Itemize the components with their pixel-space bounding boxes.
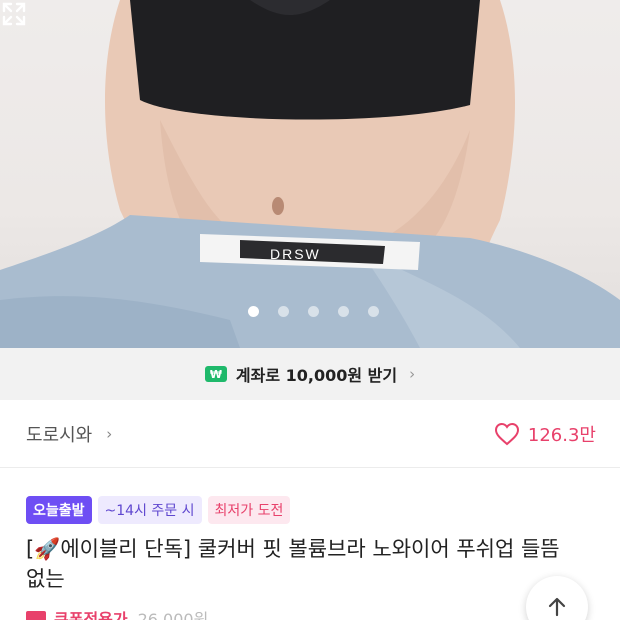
heart-icon [494, 422, 519, 445]
slide-dot-3[interactable] [308, 306, 319, 317]
slide-dot-1[interactable] [248, 306, 259, 317]
original-price: 26,000원 [137, 610, 209, 620]
brand-text: DRSW [270, 246, 321, 262]
won-icon: ₩ [204, 366, 227, 382]
chevron-right-icon: › [106, 424, 113, 443]
chevron-right-icon: › [409, 365, 416, 383]
product-image[interactable]: DRSW [0, 0, 620, 348]
price-row: 쿠폰적용가 26,000원 [26, 606, 208, 620]
slide-dot-2[interactable] [278, 306, 289, 317]
store-name: 도로시와 [26, 424, 93, 446]
like-count: 126.3만 [527, 424, 596, 446]
banner-text: 계좌로 10,000원 받기 [235, 366, 398, 385]
product-photo: DRSW [0, 0, 620, 348]
slide-dot-5[interactable] [368, 306, 379, 317]
slide-dot-4[interactable] [338, 306, 349, 317]
order-deadline-badge: ~14시 주문 시 [97, 496, 202, 524]
today-ship-badge: 오늘출발 [26, 496, 92, 524]
store-row: 도로시와 › 126.3만 [0, 400, 620, 468]
coupon-icon [26, 611, 46, 620]
product-tags: 오늘출발 ~14시 주문 시 최저가 도전 [26, 496, 291, 524]
store-link[interactable]: 도로시와 › [26, 421, 112, 447]
expand-icon[interactable] [0, 0, 28, 28]
account-cashback-banner[interactable]: ₩ 계좌로 10,000원 받기 › [0, 348, 620, 400]
coupon-price-label: 쿠폰적용가 [54, 610, 128, 620]
lowest-price-badge: 최저가 도전 [207, 496, 291, 524]
like-button[interactable]: 126.3만 [494, 421, 596, 447]
arrow-up-icon [548, 597, 566, 617]
product-title: [🚀에이블리 단독] 쿨커버 핏 볼륨브라 노와이어 푸쉬업 들뜸없는 [26, 537, 560, 591]
slide-indicator[interactable] [248, 306, 379, 317]
